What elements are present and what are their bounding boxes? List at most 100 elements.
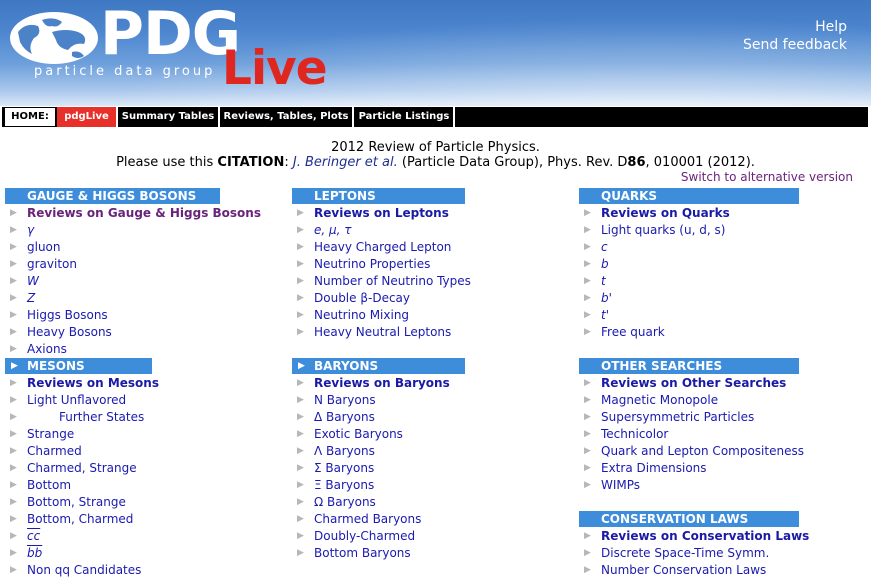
neutrino-mixing-link[interactable]: ▶ Neutrino Mixing <box>292 307 552 324</box>
e-mu-tau-link[interactable]: ▶ e, μ, τ <box>292 222 552 239</box>
triangle-right-icon: ▶ <box>297 242 304 252</box>
heavy-charged-lepton-link[interactable]: ▶ Heavy Charged Lepton <box>292 239 552 256</box>
nav-reviews-tables-plots[interactable]: Reviews, Tables, Plots <box>221 107 351 127</box>
magnetic-monopole-link[interactable]: ▶ Magnetic Monopole <box>579 392 839 409</box>
nav-particle-listings[interactable]: Particle Listings <box>355 107 453 127</box>
charmed-link[interactable]: ▶ Charmed <box>5 443 265 460</box>
logo-live[interactable]: Live <box>222 44 328 94</box>
w-boson-link[interactable]: ▶ W <box>5 273 265 290</box>
b-quark-link[interactable]: ▶ b <box>579 256 839 273</box>
delta-baryons-link[interactable]: ▶ Δ Baryons <box>292 409 552 426</box>
discrete-symmetries-link[interactable]: ▶ Discrete Space-Time Symm. <box>579 545 839 562</box>
section-other-searches: OTHER SEARCHES <box>579 358 799 374</box>
reviews-quarks-link[interactable]: ▶ Reviews on Quarks <box>579 205 839 222</box>
section-leptons: LEPTONS <box>292 188 465 204</box>
gamma-link[interactable]: ▶ γ <box>5 222 265 239</box>
c-quark-link[interactable]: ▶ c <box>579 239 839 256</box>
number-conservation-link[interactable]: ▶ Number Conservation Laws <box>579 562 839 579</box>
axions-link[interactable]: ▶ Axions <box>5 341 265 358</box>
graviton-link[interactable]: ▶ graviton <box>5 256 265 273</box>
reviews-other-searches-link[interactable]: ▶ Reviews on Other Searches <box>579 375 839 392</box>
b-bbar-link[interactable]: ▶ bb <box>5 545 265 562</box>
non-qqbar-candidates-link[interactable]: ▶ Non qq Candidates <box>5 562 265 579</box>
triangle-right-icon: ▶ <box>584 463 591 473</box>
doubly-charmed-link[interactable]: ▶ Doubly-Charmed <box>292 528 552 545</box>
charmed-strange-link[interactable]: ▶ Charmed, Strange <box>5 460 265 477</box>
switch-version-link[interactable]: Switch to alternative version <box>681 170 853 184</box>
gluon-link[interactable]: ▶ gluon <box>5 239 265 256</box>
triangle-right-icon: ▶ <box>584 446 591 456</box>
reviews-mesons-link[interactable]: ▶ Reviews on Mesons <box>5 375 265 392</box>
nav-home[interactable]: HOME: <box>4 107 56 127</box>
bottom-baryons-link[interactable]: ▶ Bottom Baryons <box>292 545 552 562</box>
triangle-right-icon: ▶ <box>10 208 17 218</box>
send-feedback-link[interactable]: Send feedback <box>743 37 847 53</box>
nav-separator <box>352 107 354 127</box>
light-unflavored-link[interactable]: ▶ Light Unflavored <box>5 392 265 409</box>
supersymmetric-particles-link[interactable]: ▶ Supersymmetric Particles <box>579 409 839 426</box>
help-link[interactable]: Help <box>815 19 847 35</box>
nav-bar: HOME: pdgLive Summary Tables Reviews, Ta… <box>2 107 868 127</box>
bottom-charmed-link[interactable]: ▶ Bottom, Charmed <box>5 511 265 528</box>
light-quarks-link[interactable]: ▶ Light quarks (u, d, s) <box>579 222 839 239</box>
n-baryons-link[interactable]: ▶ N Baryons <box>292 392 552 409</box>
triangle-right-icon: ▶ <box>584 565 591 575</box>
triangle-right-icon: ▶ <box>10 480 17 490</box>
triangle-right-icon: ▶ <box>10 259 17 269</box>
higgs-bosons-link[interactable]: ▶ Higgs Bosons <box>5 307 265 324</box>
exotic-baryons-link[interactable]: ▶ Exotic Baryons <box>292 426 552 443</box>
lambda-baryons-link[interactable]: ▶ Λ Baryons <box>292 443 552 460</box>
triangle-right-icon: ▶ <box>297 276 304 286</box>
bottom-link[interactable]: ▶ Bottom <box>5 477 265 494</box>
logo-pdg[interactable]: PDG <box>100 4 241 64</box>
z-boson-link[interactable]: ▶ Z <box>5 290 265 307</box>
bottom-strange-link[interactable]: ▶ Bottom, Strange <box>5 494 265 511</box>
neutrino-properties-link[interactable]: ▶ Neutrino Properties <box>292 256 552 273</box>
citation-colon: : <box>284 155 293 170</box>
section-mesons[interactable]: ▶ MESONS <box>5 358 152 374</box>
triangle-right-icon: ▶ <box>10 514 17 524</box>
t-quark-link[interactable]: ▶ t <box>579 273 839 290</box>
wimps-link[interactable]: ▶ WIMPs <box>579 477 839 494</box>
triangle-right-icon: ▶ <box>10 327 17 337</box>
reviews-baryons-link[interactable]: ▶ Reviews on Baryons <box>292 375 552 392</box>
extra-dimensions-link[interactable]: ▶ Extra Dimensions <box>579 460 839 477</box>
reviews-conservation-laws-link[interactable]: ▶ Reviews on Conservation Laws <box>579 528 839 545</box>
nav-summary-tables[interactable]: Summary Tables <box>119 107 217 127</box>
c-cbar-link[interactable]: ▶ cc <box>5 528 265 545</box>
heavy-neutral-leptons-link[interactable]: ▶ Heavy Neutral Leptons <box>292 324 552 341</box>
column-quarks-searches: QUARKS ▶ Reviews on Quarks ▶ Light quarks … <box>579 188 839 579</box>
omega-baryons-link[interactable]: ▶ Ω Baryons <box>292 494 552 511</box>
triangle-right-icon: ▶ <box>10 565 17 575</box>
citation-authors-link[interactable]: J. Beringer et al. <box>293 155 398 170</box>
charmed-baryons-link[interactable]: ▶ Charmed Baryons <box>292 511 552 528</box>
section-baryons[interactable]: ▶ BARYONS <box>292 358 465 374</box>
xi-baryons-link[interactable]: ▶ Ξ Baryons <box>292 477 552 494</box>
t-prime-link[interactable]: ▶ t' <box>579 307 839 324</box>
citation-tail: , 010001 (2012). <box>645 155 755 170</box>
reviews-leptons-link[interactable]: ▶ Reviews on Leptons <box>292 205 552 222</box>
strange-link[interactable]: ▶ Strange <box>5 426 265 443</box>
further-states-link[interactable]: ▶ Further States <box>5 409 265 426</box>
double-beta-decay-link[interactable]: ▶ Double β-Decay <box>292 290 552 307</box>
logo-subtitle: particle data group <box>34 64 216 79</box>
triangle-right-icon: ▶ <box>297 548 304 558</box>
heavy-bosons-link[interactable]: ▶ Heavy Bosons <box>5 324 265 341</box>
triangle-right-icon: ▶ <box>10 548 17 558</box>
triangle-right-icon: ▶ <box>297 378 304 388</box>
reviews-gauge-higgs-link[interactable]: ▶ Reviews on Gauge & Higgs Bosons <box>5 205 265 222</box>
nav-separator <box>218 107 220 127</box>
nav-pdglive[interactable]: pdgLive <box>57 107 116 127</box>
compositeness-link[interactable]: ▶ Quark and Lepton Compositeness <box>579 443 839 460</box>
triangle-right-icon: ▶ <box>297 463 304 473</box>
neutrino-types-link[interactable]: ▶ Number of Neutrino Types <box>292 273 552 290</box>
sigma-baryons-link[interactable]: ▶ Σ Baryons <box>292 460 552 477</box>
free-quark-link[interactable]: ▶ Free quark <box>579 324 839 341</box>
b-prime-link[interactable]: ▶ b' <box>579 290 839 307</box>
nav-separator <box>116 107 118 127</box>
triangle-right-icon: ▶ <box>10 429 17 439</box>
technicolor-link[interactable]: ▶ Technicolor <box>579 426 839 443</box>
triangle-right-icon: ▶ <box>10 310 17 320</box>
